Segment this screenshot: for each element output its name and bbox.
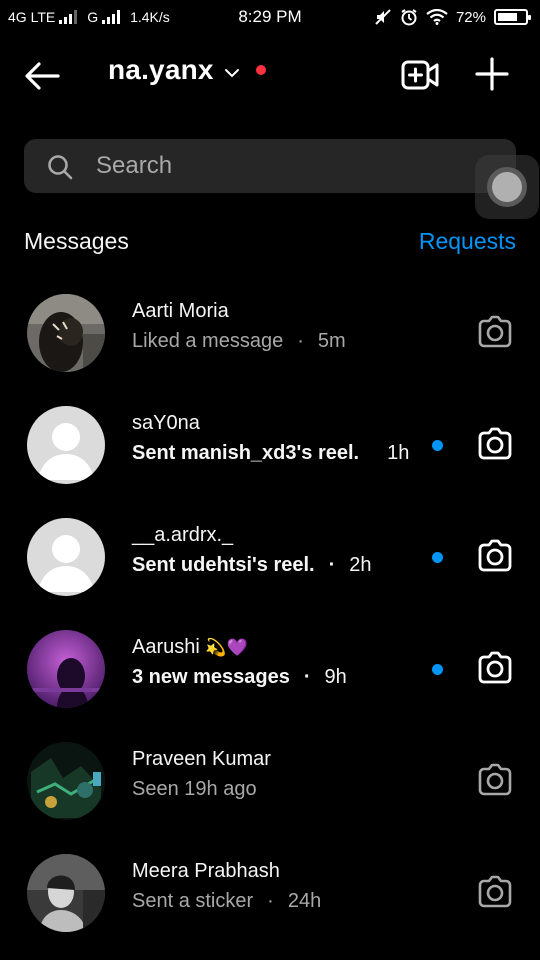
- timestamp: 24h: [287, 890, 322, 912]
- timestamp: 2h: [349, 554, 372, 576]
- unread-dot: [432, 552, 443, 563]
- conversation-preview: Liked a message · 5m: [132, 330, 346, 353]
- conversation-preview: Sent manish_xd3's reel. 1h: [132, 442, 409, 465]
- back-button[interactable]: [22, 58, 62, 94]
- separator-dot: ·: [303, 666, 311, 688]
- avatar[interactable]: [27, 854, 105, 932]
- requests-link[interactable]: Requests: [419, 228, 516, 255]
- conversation-name-text: Aarushi: [132, 636, 200, 658]
- camera-button[interactable]: [476, 426, 514, 462]
- camera-icon: [478, 427, 512, 460]
- preview-text: Sent a sticker: [132, 890, 254, 912]
- mute-icon: [375, 9, 391, 25]
- alarm-icon: [401, 9, 417, 26]
- timestamp: 9h: [324, 666, 347, 688]
- conversation-row[interactable]: __a.ardrx._ Sent udehtsi's reel. · 2h: [0, 518, 540, 630]
- avatar[interactable]: [27, 742, 105, 820]
- camera-icon: [478, 763, 512, 796]
- status-bar: 4G LTE G 1.4K/s 8:29 PM 72%: [0, 0, 540, 34]
- camera-button[interactable]: [476, 538, 514, 574]
- conversation-preview: Sent a sticker · 24h: [132, 890, 321, 913]
- battery-icon: [494, 9, 531, 25]
- plus-icon: [475, 57, 509, 91]
- status-right: 72%: [374, 8, 531, 26]
- camera-icon: [478, 539, 512, 572]
- camera-button[interactable]: [476, 314, 514, 350]
- page-title: na.yanx: [108, 54, 214, 85]
- camera-icon: [478, 315, 512, 348]
- conversation-row[interactable]: saY0na Sent manish_xd3's reel. 1h: [0, 406, 540, 518]
- preview-text: Liked a message: [132, 330, 284, 352]
- conversation-name: saY0na: [132, 412, 200, 434]
- conversation-row[interactable]: Praveen Kumar Seen 19h ago: [0, 742, 540, 854]
- avatar[interactable]: [27, 294, 105, 372]
- separator-dot: ·: [297, 330, 304, 352]
- back-arrow-icon: [25, 62, 60, 90]
- camera-button[interactable]: [476, 874, 514, 910]
- chevron-down-icon: [224, 69, 239, 78]
- name-emoji: 💫💜: [205, 638, 248, 657]
- avatar[interactable]: [27, 406, 105, 484]
- conversation-preview: Seen 19h ago: [132, 778, 257, 801]
- camera-icon: [478, 651, 512, 684]
- account-switcher[interactable]: na.yanx: [108, 54, 266, 86]
- wifi-icon: [426, 9, 448, 25]
- messages-heading: Messages: [24, 228, 129, 254]
- timestamp: 1h: [387, 442, 410, 464]
- preview-text: Sent udehtsi's reel.: [132, 554, 315, 576]
- conversation-row[interactable]: Aarti Moria Liked a message · 5m: [0, 294, 540, 406]
- separator-dot: ·: [328, 554, 336, 576]
- camera-button[interactable]: [476, 762, 514, 798]
- camera-icon: [478, 875, 512, 908]
- header: na.yanx: [0, 44, 540, 108]
- assistive-touch-button[interactable]: [475, 155, 539, 219]
- conversation-name: __a.ardrx._: [132, 524, 234, 546]
- notification-dot: [255, 65, 266, 75]
- unread-dot: [432, 664, 443, 675]
- unread-dot: [432, 440, 443, 451]
- preview-text: Seen 19h ago: [132, 778, 257, 800]
- video-camera-icon: [401, 60, 439, 90]
- conversation-preview: 3 new messages · 9h: [132, 666, 347, 689]
- conversation-preview: Sent udehtsi's reel. · 2h: [132, 554, 372, 577]
- preview-text: 3 new messages: [132, 666, 290, 688]
- conversation-name: Praveen Kumar: [132, 748, 271, 770]
- video-call-button[interactable]: [400, 58, 440, 94]
- preview-text: Sent manish_xd3's reel.: [132, 442, 360, 464]
- new-message-button[interactable]: [474, 56, 510, 92]
- conversation-name: Aarushi 💫💜: [132, 636, 248, 659]
- search-icon: [48, 155, 73, 180]
- conversation-row[interactable]: Meera Prabhash Sent a sticker · 24h: [0, 854, 540, 960]
- conversation-row[interactable]: Aarushi 💫💜 3 new messages · 9h: [0, 630, 540, 742]
- search-bar[interactable]: [24, 139, 516, 193]
- search-input[interactable]: [96, 151, 496, 181]
- separator-dot: ·: [267, 890, 274, 912]
- battery-percent: 72%: [455, 8, 486, 26]
- avatar[interactable]: [27, 630, 105, 708]
- camera-button[interactable]: [476, 650, 514, 686]
- conversation-name: Meera Prabhash: [132, 860, 280, 882]
- avatar[interactable]: [27, 518, 105, 596]
- timestamp: 5m: [317, 330, 346, 352]
- conversation-name: Aarti Moria: [132, 300, 229, 322]
- assistive-touch-core: [492, 172, 522, 202]
